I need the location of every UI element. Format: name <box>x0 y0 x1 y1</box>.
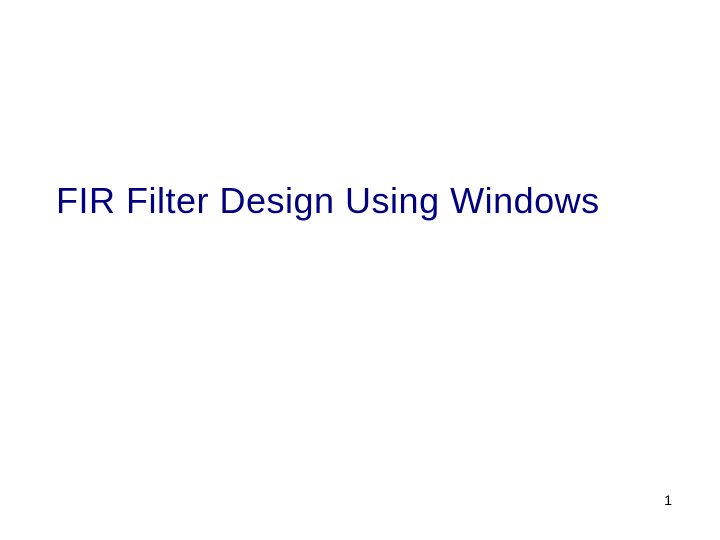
slide-title: FIR Filter Design Using Windows <box>56 180 680 222</box>
page-number: 1 <box>664 492 672 508</box>
